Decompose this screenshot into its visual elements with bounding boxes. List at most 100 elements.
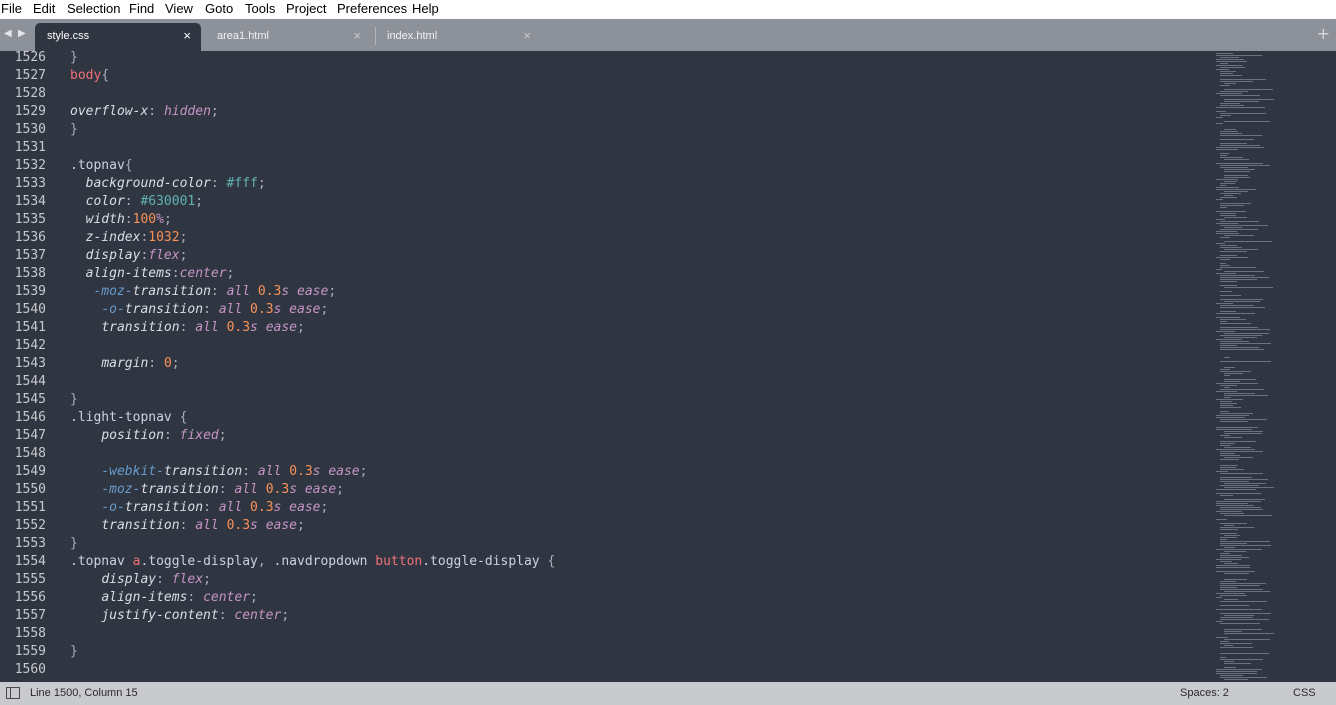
- code-line[interactable]: 1531: [0, 139, 1200, 157]
- tab-bar: ◀ ▶ style.css × area1.html × index.html …: [0, 19, 1336, 51]
- minimap-line: [1220, 419, 1267, 420]
- minimap-line: [1220, 641, 1229, 642]
- code-text: align-items: center;: [70, 589, 258, 607]
- code-line[interactable]: 1547 position: fixed;: [0, 427, 1200, 445]
- code-token: 0.3: [289, 464, 313, 479]
- cursor-position[interactable]: Line 1500, Column 15: [30, 687, 138, 699]
- menu-preferences[interactable]: Preferences: [337, 1, 407, 16]
- minimap-line: [1224, 447, 1251, 448]
- code-line[interactable]: 1529 overflow-x: hidden;: [0, 103, 1200, 121]
- code-token: 1032: [148, 230, 180, 245]
- code-line[interactable]: 1549 -webkit-transition: all 0.3s ease;: [0, 463, 1200, 481]
- minimap[interactable]: [1212, 51, 1288, 682]
- code-text: background-color: #fff;: [70, 175, 266, 193]
- code-line[interactable]: 1539 -moz-transition: all 0.3s ease;: [0, 283, 1200, 301]
- new-tab-icon[interactable]: +: [1317, 24, 1330, 43]
- minimap-line: [1224, 241, 1272, 242]
- code-line[interactable]: 1541 transition: all 0.3s ease;: [0, 319, 1200, 337]
- code-line[interactable]: 1544: [0, 373, 1200, 391]
- menu-selection[interactable]: Selection: [67, 1, 120, 16]
- code-text: }: [70, 643, 78, 661]
- code-line[interactable]: 1526}: [0, 51, 1200, 67]
- code-line[interactable]: 1553}: [0, 535, 1200, 553]
- minimap-line: [1224, 83, 1236, 84]
- code-token: transition: [124, 302, 204, 317]
- code-line[interactable]: 1552 transition: all 0.3s ease;: [0, 517, 1200, 535]
- minimap-line: [1220, 155, 1227, 156]
- code-line[interactable]: 1550 -moz-transition: all 0.3s ease;: [0, 481, 1200, 499]
- minimap-line: [1224, 397, 1231, 398]
- code-line[interactable]: 1548: [0, 445, 1200, 463]
- menu-file[interactable]: File: [1, 1, 22, 16]
- code-line[interactable]: 1530}: [0, 121, 1200, 139]
- close-icon[interactable]: ×: [523, 28, 531, 43]
- tab-index-html[interactable]: index.html ×: [375, 23, 541, 51]
- code-token: all: [195, 320, 227, 335]
- minimap-line: [1220, 541, 1270, 542]
- minimap-line: [1220, 263, 1226, 264]
- code-line[interactable]: 1560: [0, 661, 1200, 679]
- code-line[interactable]: 1534 color: #630001;: [0, 193, 1200, 211]
- minimap-line: [1224, 631, 1242, 632]
- menu-project[interactable]: Project: [286, 1, 326, 16]
- code-token: %: [156, 212, 164, 227]
- minimap-line: [1224, 181, 1237, 182]
- code-text: }: [70, 535, 78, 553]
- code-text: body{: [70, 67, 109, 85]
- menu-help[interactable]: Help: [412, 1, 439, 16]
- minimap-line: [1224, 457, 1253, 458]
- code-line[interactable]: 1532 .topnav{: [0, 157, 1200, 175]
- close-icon[interactable]: ×: [353, 28, 361, 43]
- code-token: s ease: [273, 302, 321, 317]
- close-icon[interactable]: ×: [183, 28, 191, 43]
- code-line[interactable]: 1528: [0, 85, 1200, 103]
- code-line[interactable]: 1533 background-color: #fff;: [0, 175, 1200, 193]
- minimap-line: [1220, 341, 1249, 342]
- code-line[interactable]: 1527 body{: [0, 67, 1200, 85]
- code-line[interactable]: 1558: [0, 625, 1200, 643]
- minimap-line: [1216, 503, 1248, 504]
- code-line[interactable]: 1545}: [0, 391, 1200, 409]
- tab-prev-icon[interactable]: ◀: [4, 28, 12, 39]
- minimap-line: [1220, 585, 1260, 586]
- code-line[interactable]: 1546 .light-topnav {: [0, 409, 1200, 427]
- menu-goto[interactable]: Goto: [205, 1, 233, 16]
- code-token: fixed: [179, 428, 219, 443]
- code-token: :: [171, 266, 180, 281]
- minimap-line: [1220, 225, 1268, 226]
- menu-view[interactable]: View: [165, 1, 193, 16]
- code-token: 0.3: [250, 500, 274, 515]
- code-line[interactable]: 1543 margin: 0;: [0, 355, 1200, 373]
- code-editor[interactable]: 1526} 1527 body{1528 1529 overflow-x: hidden…: [0, 51, 1336, 682]
- code-line[interactable]: 1555 display: flex;: [0, 571, 1200, 589]
- menu-tools[interactable]: Tools: [245, 1, 275, 16]
- indentation-setting[interactable]: Spaces: 2: [1180, 687, 1229, 699]
- menu-edit[interactable]: Edit: [33, 1, 55, 16]
- code-line[interactable]: 1556 align-items: center;: [0, 589, 1200, 607]
- syntax-mode[interactable]: CSS: [1293, 687, 1316, 699]
- minimap-line: [1216, 149, 1238, 150]
- code-line[interactable]: 1537 display:flex;: [0, 247, 1200, 265]
- tab-style-css[interactable]: style.css ×: [35, 23, 201, 51]
- tab-area1-html[interactable]: area1.html ×: [205, 23, 371, 51]
- code-token: margin: [101, 356, 149, 371]
- menu-find[interactable]: Find: [129, 1, 154, 16]
- code-line[interactable]: 1538 align-items:center;: [0, 265, 1200, 283]
- code-line[interactable]: 1557 justify-content: center;: [0, 607, 1200, 625]
- code-line[interactable]: 1536 z-index:1032;: [0, 229, 1200, 247]
- tab-next-icon[interactable]: ▶: [18, 28, 26, 39]
- panel-toggle-icon[interactable]: [6, 687, 20, 699]
- minimap-line: [1216, 219, 1225, 220]
- minimap-line: [1224, 579, 1247, 580]
- code-line[interactable]: 1559}: [0, 643, 1200, 661]
- code-line[interactable]: 1554 .topnav a.toggle-display, .navdropdo…: [0, 553, 1200, 571]
- code-line[interactable]: 1540 -o-transition: all 0.3s ease;: [0, 301, 1200, 319]
- minimap-line: [1216, 549, 1262, 550]
- code-line[interactable]: 1542: [0, 337, 1200, 355]
- minimap-line: [1220, 207, 1227, 208]
- minimap-line: [1220, 145, 1260, 146]
- code-line[interactable]: 1551 -o-transition: all 0.3s ease;: [0, 499, 1200, 517]
- code-line[interactable]: 1535 width:100%;: [0, 211, 1200, 229]
